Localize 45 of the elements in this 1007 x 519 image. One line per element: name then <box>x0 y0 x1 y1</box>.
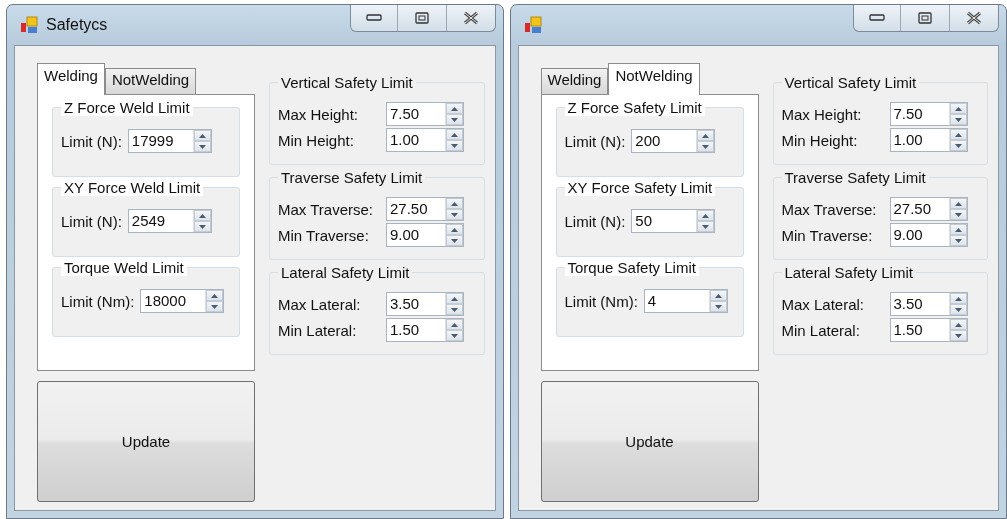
field-label: Limit (Nm): <box>564 292 638 310</box>
app-icon <box>523 16 542 34</box>
minimize-icon <box>365 14 382 22</box>
field-label: Max Height: <box>781 105 863 123</box>
group-title: Z Force Weld Limit <box>61 99 193 116</box>
field-label: Max Lateral: <box>278 295 362 313</box>
tab[interactable]: Welding <box>540 68 609 94</box>
group-title: Traverse Safety Limit <box>781 169 929 186</box>
tab[interactable]: Welding <box>37 63 105 95</box>
app-icon <box>20 16 38 34</box>
field-label: Max Traverse: <box>278 200 375 218</box>
field-label: Limit (N): <box>61 212 122 230</box>
group-title: XY Force Safety Limit <box>564 179 716 196</box>
group-title: Lateral Safety Limit <box>278 264 413 281</box>
field-label: Min Lateral: <box>278 321 358 339</box>
group-title: Lateral Safety Limit <box>781 264 916 281</box>
update-button[interactable]: Update <box>37 381 255 502</box>
maximize-icon <box>414 12 429 24</box>
field-label: Min Traverse: <box>278 226 370 244</box>
group-title: Vertical Safety Limit <box>781 74 920 91</box>
tab[interactable]: NotWelding <box>104 68 197 94</box>
group-title: Vertical Safety Limit <box>278 74 416 91</box>
tab[interactable]: NotWelding <box>608 63 700 95</box>
field-label: Max Lateral: <box>781 295 866 313</box>
field-label: Min Traverse: <box>781 226 874 244</box>
field-label: Limit (N): <box>564 212 626 230</box>
minimize-icon <box>869 14 885 22</box>
group-title: Traverse Safety Limit <box>278 169 426 186</box>
group-title: XY Force Weld Limit <box>61 179 204 196</box>
group-title: Torque Weld Limit <box>61 259 187 276</box>
field-label: Min Height: <box>781 131 859 149</box>
close-icon <box>462 11 479 25</box>
close-icon <box>966 11 982 25</box>
field-label: Min Height: <box>278 131 355 149</box>
field-label: Max Height: <box>278 105 360 123</box>
field-label: Limit (Nm): <box>61 292 135 310</box>
maximize-icon <box>918 12 932 24</box>
group-title: Torque Safety Limit <box>564 259 699 276</box>
field-label: Min Lateral: <box>781 321 861 339</box>
field-label: Limit (N): <box>564 132 626 150</box>
field-label: Max Traverse: <box>781 200 878 218</box>
window-title: Safetycs <box>46 16 108 34</box>
group-title: Z Force Safety Limit <box>564 99 705 116</box>
field-label: Limit (N): <box>61 132 122 150</box>
update-button[interactable]: Update <box>540 381 759 502</box>
